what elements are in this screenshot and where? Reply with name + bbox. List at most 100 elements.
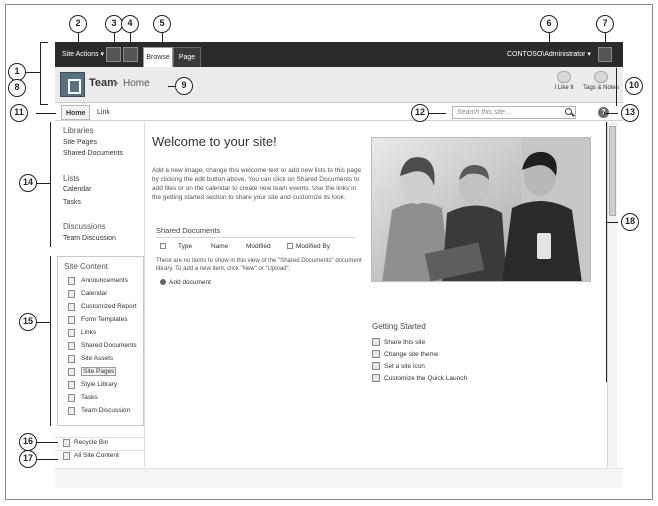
getting-started-heading: Getting Started [372,322,426,331]
site-content-label: Customized Report [81,303,137,310]
all-site-content-link[interactable]: All Site Content [55,450,145,461]
callout-10: 10 [625,77,643,95]
getting-started-item[interactable]: Set a site icon [372,362,425,370]
recycle-bin-link[interactable]: Recycle Bin [55,437,145,448]
callout-7: 7 [596,15,614,33]
site-actions-menu[interactable]: Site Actions ▾ [62,42,104,67]
callout-5: 5 [153,15,171,33]
getting-started-label: Share this site [384,339,426,346]
list-icon [68,342,75,350]
site-content-label: Announcements [81,277,128,284]
site-content-label: Form Templates [81,316,128,323]
add-icon [160,279,166,285]
callout-line [40,42,48,43]
callout-line [78,32,79,42]
recycle-bin-icon [63,439,70,447]
tags-notes-label: Tags & Notes [583,85,619,91]
column-checkbox[interactable] [287,243,293,249]
callout-line [616,68,617,106]
navigate-up-icon[interactable] [106,47,121,62]
quick-launch-item[interactable]: Team Discussion [63,235,116,242]
discussions-heading[interactable]: Discussions [63,222,106,231]
welcome-text: Add a new image, change this welcome tex… [152,167,362,201]
list-icon [68,316,75,324]
thumbs-up-icon [557,71,571,83]
lists-heading[interactable]: Lists [63,174,79,183]
site-logo-icon[interactable] [60,72,85,97]
chevron-down-icon: ▾ [100,51,105,58]
site-icon-icon [372,362,380,370]
callout-9: 9 [175,77,193,95]
add-document-link[interactable]: Add document [160,279,211,286]
column-modified[interactable]: Modified [246,243,271,250]
vertical-scrollbar[interactable] [607,122,617,467]
column-modified-by[interactable]: Modified By [296,243,330,250]
user-name: CONTOSO\Administrator [507,51,586,58]
callout-11: 11 [10,104,28,122]
site-title[interactable]: Team [89,77,117,89]
callout-15: 15 [19,313,37,331]
tab-page[interactable]: Page [173,47,201,67]
callout-line [40,104,48,105]
all-site-content-icon [63,452,70,460]
search-icon[interactable] [565,108,572,115]
shared-documents-heading[interactable]: Shared Documents [156,226,220,235]
callout-line [36,322,50,323]
callout-6: 6 [540,15,558,33]
site-content-heading[interactable]: Site Content [64,262,108,271]
list-icon [68,303,75,311]
callout-line [36,442,58,443]
quick-launch-item[interactable]: Calendar [63,186,91,193]
callout-line [130,32,131,46]
page-title: Welcome to your site! [152,134,277,149]
column-name[interactable]: Name [211,243,228,250]
page-bottom [55,468,623,488]
tags-notes-button[interactable]: Tags & Notes [582,70,620,100]
callout-4: 4 [121,15,139,33]
site-content-label: Team Discussion [81,407,131,414]
scrollbar-thumb[interactable] [609,126,616,216]
callout-line [50,122,51,247]
libraries-heading[interactable]: Libraries [63,126,94,135]
user-menu[interactable]: CONTOSO\Administrator ▾ [507,42,591,67]
getting-started-item[interactable]: Share this site [372,338,425,346]
all-site-content-label: All Site Content [74,452,119,459]
tag-icon [594,71,608,83]
nav-home[interactable]: Home [61,105,91,120]
callout-12: 12 [411,104,429,122]
tab-browse[interactable]: Browse [143,47,173,67]
nav-link[interactable]: Link [93,105,114,120]
team-photo [371,137,591,282]
quick-launch-item[interactable]: Site Pages [63,139,97,146]
i-like-it-button[interactable]: I Like It [545,70,583,100]
column-type[interactable]: Type [178,243,192,250]
site-content-label: Style Library [81,381,118,388]
top-link-bar: Home Link Search this site... ? [55,104,623,121]
callout-line [50,256,51,426]
fullscreen-icon[interactable] [598,47,612,62]
select-all-checkbox[interactable] [160,243,166,249]
quick-launch-item[interactable]: Shared Documents [63,150,123,157]
list-icon [68,355,75,363]
breadcrumb-separator: ▸ [115,80,119,87]
chevron-down-icon: ▾ [587,51,591,58]
callout-8: 8 [8,79,26,97]
shared-documents-header: Type Name Modified Modified By [156,242,356,254]
callout-line [162,32,163,46]
site-content-label: Tasks [81,394,98,401]
callout-line [36,183,50,184]
customize-icon [372,374,380,382]
divider [156,237,356,238]
site-content-label: Shared Documents [81,342,137,349]
quick-launch-item[interactable]: Tasks [63,199,81,206]
team-photo-image [372,138,590,281]
callout-line [36,113,56,114]
callout-18: 18 [621,213,639,231]
list-icon [68,277,75,285]
callout-line [36,459,58,460]
getting-started-item[interactable]: Change site theme [372,350,439,358]
search-input[interactable]: Search this site... [452,106,576,119]
edit-page-icon[interactable] [123,47,138,62]
callout-line [606,122,607,382]
getting-started-item[interactable]: Customize the Quick Launch [372,374,467,382]
